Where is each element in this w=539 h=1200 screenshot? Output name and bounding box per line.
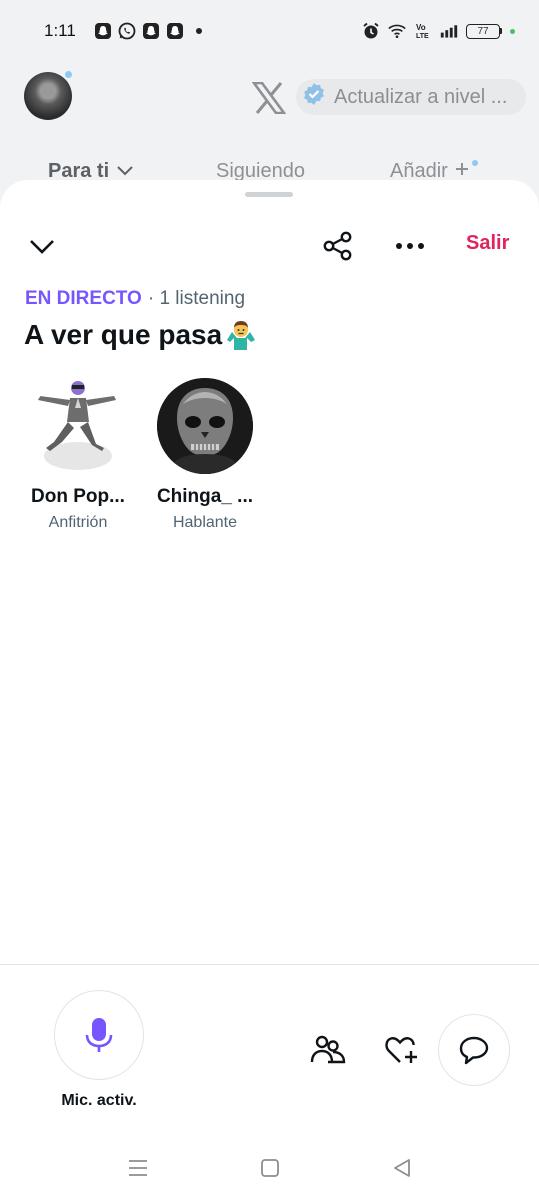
verified-badge-icon (302, 82, 326, 112)
shrug-emoji-icon (224, 318, 258, 352)
signal-icon (440, 22, 458, 40)
battery-level: 77 (466, 23, 500, 39)
live-badge: EN DIRECTO (25, 288, 142, 309)
home-square-icon (261, 1159, 279, 1177)
avatar (30, 378, 126, 474)
participants-button[interactable] (308, 1030, 348, 1070)
mic-button[interactable] (54, 990, 144, 1080)
battery-icon: 77 (466, 23, 502, 39)
whatsapp-icon (118, 22, 136, 40)
system-status: Vo LTE 77 (362, 22, 515, 40)
system-navigation-bar (0, 1140, 539, 1200)
participant-name: Chinga_ ... (156, 486, 254, 507)
people-icon (310, 1035, 346, 1064)
snapchat-icon (142, 22, 160, 40)
more-dots-icon (396, 243, 424, 249)
wifi-icon (388, 22, 406, 40)
share-icon (323, 231, 352, 261)
snapchat-icon (94, 22, 112, 40)
participant-role: Anfitrión (48, 514, 108, 531)
menu-lines-icon (129, 1160, 147, 1176)
space-title: A ver que pasa (24, 318, 258, 352)
upgrade-label: Actualizar a nivel ... (334, 85, 508, 108)
volte-icon: Vo LTE (414, 22, 432, 40)
alarm-icon (362, 22, 380, 40)
microphone-icon (85, 1018, 113, 1052)
tab-notification-dot (471, 159, 478, 166)
recent-apps-button[interactable] (124, 1154, 152, 1182)
chevron-down-icon (30, 240, 54, 254)
controls-divider (0, 964, 539, 965)
heart-plus-icon (385, 1037, 417, 1063)
back-triangle-icon (394, 1159, 410, 1177)
mic-label: Mic. activ. (61, 1092, 137, 1109)
comment-button[interactable] (438, 1014, 510, 1086)
svg-text:LTE: LTE (416, 33, 429, 40)
participant-speaker[interactable]: Chinga_ ... Hablante (145, 378, 265, 532)
upgrade-button[interactable]: Actualizar a nivel ... (296, 79, 526, 115)
space-sheet: Salir EN DIRECTO · 1 listening A ver que… (0, 180, 539, 1200)
listener-count: · 1 listening (147, 288, 246, 309)
background-header: Actualizar a nivel ... Para ti Siguiendo… (0, 62, 539, 192)
privacy-indicator (510, 28, 515, 34)
live-status: EN DIRECTO · 1 listening (25, 288, 245, 310)
avatar-notification-dot (63, 69, 74, 80)
home-button[interactable] (256, 1154, 284, 1182)
clock: 1:11 (44, 21, 76, 40)
drag-handle[interactable] (245, 192, 293, 197)
back-button[interactable] (388, 1154, 416, 1182)
chat-bubble-icon (459, 1036, 489, 1065)
avatar (157, 378, 253, 474)
svg-text:Vo: Vo (416, 23, 426, 32)
status-bar: 1:11 Vo LTE 77 (0, 0, 539, 62)
snapchat-icon (166, 22, 184, 40)
participant-host[interactable]: Don Pop... Anfitrión (18, 378, 138, 532)
more-notifications-dot-icon (190, 22, 208, 40)
share-button[interactable] (320, 228, 356, 264)
x-logo-icon (251, 81, 287, 115)
react-button[interactable] (382, 1030, 422, 1070)
more-options-button[interactable] (392, 228, 428, 264)
notification-icons (94, 22, 208, 40)
space-title-text: A ver que pasa (24, 319, 223, 350)
participant-role: Hablante (172, 514, 238, 531)
leave-button[interactable]: Salir (466, 232, 509, 255)
collapse-button[interactable] (26, 230, 58, 262)
participant-name: Don Pop... (31, 486, 125, 507)
